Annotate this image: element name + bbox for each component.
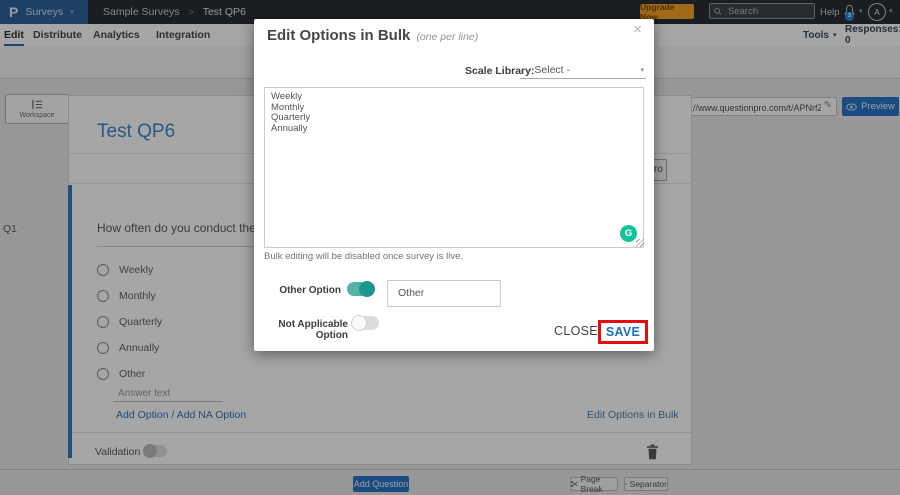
close-button[interactable]: CLOSE (554, 324, 598, 338)
other-option-label: Other Option (279, 285, 341, 296)
other-option-field[interactable] (387, 280, 501, 307)
other-option-toggle[interactable] (347, 281, 375, 297)
toggle-knob (351, 315, 367, 331)
modal-subtitle: (one per line) (416, 31, 479, 43)
modal-title: Edit Options in Bulk (267, 27, 411, 44)
other-option-input[interactable] (396, 286, 500, 300)
toggle-knob (359, 281, 375, 297)
modal-header: Edit Options in Bulk (one per line) (267, 27, 478, 44)
bulk-edit-note: Bulk editing will be disabled once surve… (264, 251, 464, 262)
save-highlight-box: SAVE (598, 320, 648, 344)
close-icon[interactable]: × (633, 22, 642, 37)
save-button[interactable]: SAVE (606, 325, 640, 339)
scale-library-value: - Select - (528, 64, 571, 76)
scale-library-select[interactable]: - Select - ▾ (520, 61, 646, 79)
grammarly-icon[interactable]: G (620, 225, 637, 242)
edit-options-bulk-modal: Edit Options in Bulk (one per line) × Sc… (254, 19, 654, 351)
textarea-resize-handle[interactable] (636, 239, 644, 247)
chevron-down-icon: ▾ (640, 66, 644, 74)
na-option-toggle[interactable] (351, 315, 379, 331)
bulk-options-textarea[interactable]: Weekly Monthly Quarterly Annually (264, 87, 644, 248)
na-option-label: Not Applicable Option (278, 319, 348, 341)
app-window: P Surveys ▾ Sample Surveys > Test QP6 Up… (0, 0, 900, 495)
